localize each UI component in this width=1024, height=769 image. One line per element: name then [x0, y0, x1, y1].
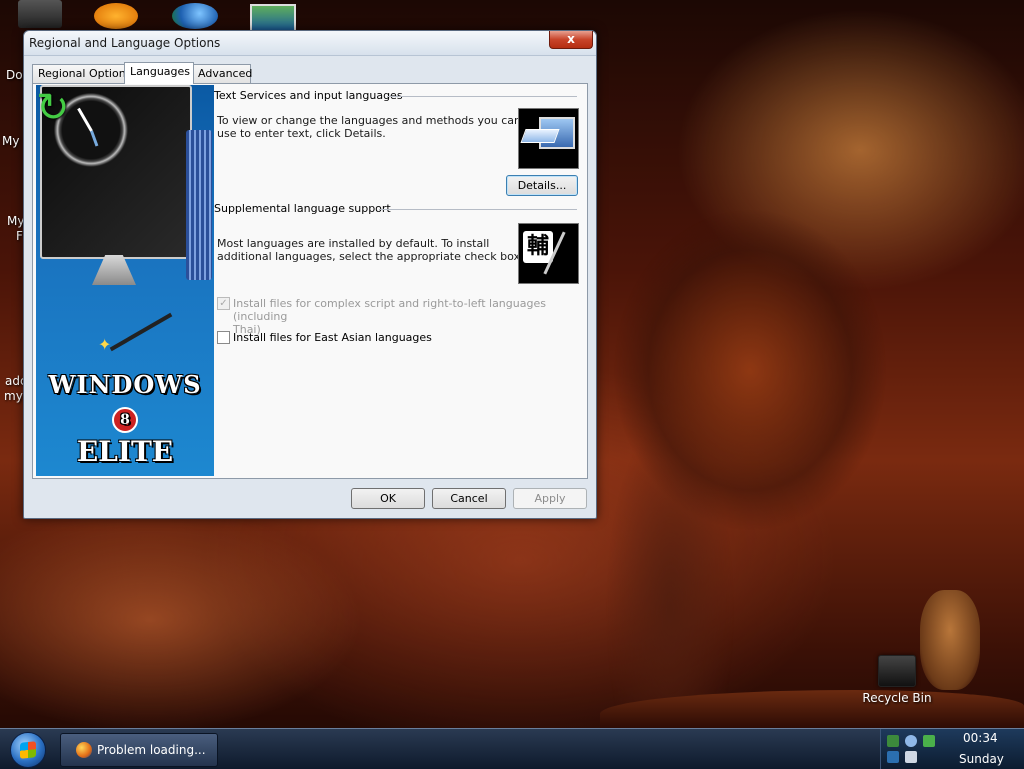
- tab-advanced[interactable]: Advanced: [192, 64, 252, 83]
- regional-language-options-dialog: Regional and Language Options x Regional…: [23, 30, 597, 519]
- desktop-icon-screen[interactable]: [250, 4, 296, 32]
- taskbar-clock-time[interactable]: 00:34: [963, 731, 998, 745]
- banner-text-windows: WINDOWS: [48, 370, 202, 399]
- desktop-icon-vlc[interactable]: [94, 3, 138, 29]
- text-services-description: To view or change the languages and meth…: [217, 114, 521, 140]
- dialog-title: Regional and Language Options: [29, 36, 221, 50]
- close-button[interactable]: x: [549, 31, 593, 49]
- supplemental-heading: Supplemental language support: [214, 202, 391, 215]
- taskbar-item-firefox[interactable]: Problem loading...: [60, 733, 218, 767]
- antivirus-icon[interactable]: [923, 735, 935, 747]
- desktop-icon-label[interactable]: Do: [6, 68, 23, 82]
- languages-tab-panel: ↻ ✦ WINDOWS 8 ELITE Text Services and in…: [32, 83, 588, 479]
- dialog-titlebar[interactable]: Regional and Language Options x: [24, 31, 596, 56]
- east-asian-label: Install files for East Asian languages: [233, 331, 432, 344]
- network-icon[interactable]: [887, 735, 899, 747]
- section-divider: [387, 96, 577, 97]
- desktop-icon-1[interactable]: [18, 0, 62, 28]
- taskbar: Problem loading... 00:34 Sunday: [0, 728, 1024, 769]
- desktop-icon-label[interactable]: My: [7, 214, 24, 228]
- magic-wand-icon: [109, 312, 173, 352]
- recycle-bin-icon: [878, 655, 916, 687]
- apply-button[interactable]: Apply: [513, 488, 587, 509]
- desktop-icon-globe[interactable]: [172, 3, 218, 29]
- green-arrow-icon: ↻: [36, 85, 70, 131]
- display-icon[interactable]: [887, 751, 899, 763]
- desktop-icon-label[interactable]: F: [16, 229, 23, 243]
- tab-languages[interactable]: Languages: [124, 62, 194, 84]
- system-tray: 00:34 Sunday: [880, 729, 1024, 769]
- keyboard-monitor-icon: [518, 108, 579, 169]
- section-divider: [379, 209, 577, 210]
- sparkle-icon: ✦: [98, 335, 112, 354]
- ok-button[interactable]: OK: [351, 488, 425, 509]
- monitor-stand: [92, 255, 136, 285]
- pc-tower-illustration: [186, 130, 212, 280]
- volume-icon[interactable]: [905, 751, 917, 763]
- complex-script-checkbox[interactable]: ✓: [217, 297, 230, 310]
- supplemental-description: Most languages are installed by default.…: [217, 237, 520, 263]
- tab-regional-options[interactable]: Regional Options: [32, 64, 131, 83]
- text-services-heading: Text Services and input languages: [214, 89, 403, 102]
- cancel-button[interactable]: Cancel: [432, 488, 506, 509]
- ime-pen-icon: 輔: [518, 223, 579, 284]
- update-icon[interactable]: [905, 735, 917, 747]
- banner-text-8: 8: [36, 407, 214, 433]
- taskbar-clock-day[interactable]: Sunday: [959, 752, 1004, 766]
- recycle-bin-label: Recycle Bin: [862, 691, 932, 705]
- firefox-icon: [76, 742, 92, 758]
- banner-text-elite: ELITE: [76, 435, 174, 468]
- start-button[interactable]: [10, 732, 46, 768]
- windows8-elite-banner: ↻ ✦ WINDOWS 8 ELITE: [36, 85, 214, 476]
- windows-logo-icon: [20, 741, 36, 759]
- recycle-bin-shortcut[interactable]: Recycle Bin: [862, 655, 932, 705]
- details-button[interactable]: Details...: [506, 175, 578, 196]
- desktop-icon-label[interactable]: my: [4, 389, 23, 403]
- taskbar-item-label: Problem loading...: [97, 743, 206, 757]
- east-asian-checkbox[interactable]: [217, 331, 230, 344]
